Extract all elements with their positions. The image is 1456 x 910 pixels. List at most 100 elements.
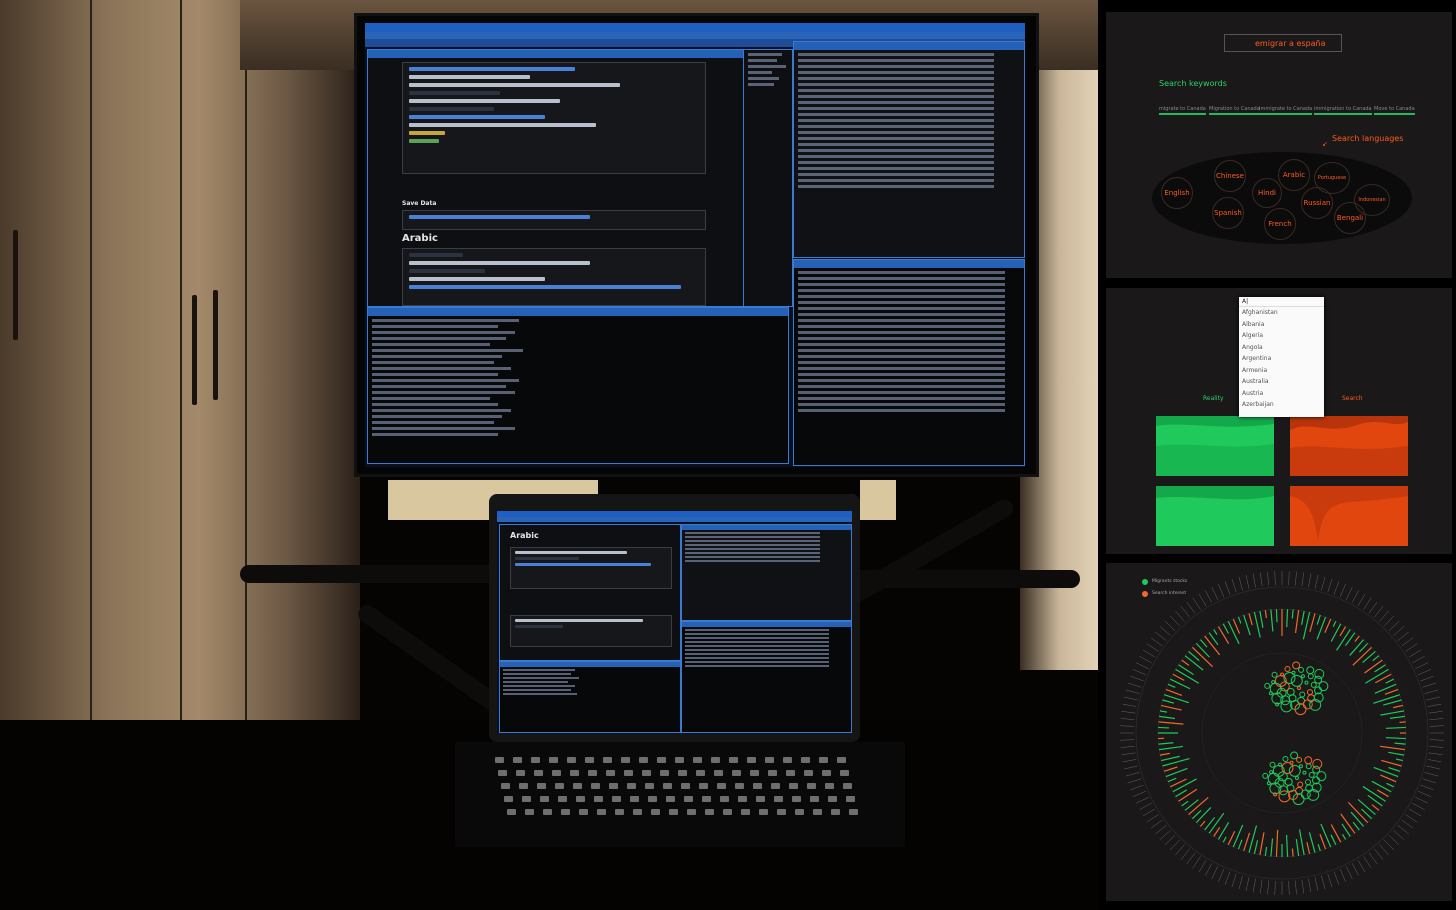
keyword-item[interactable]: Immigrate to Canada — [1259, 106, 1313, 115]
keyboard-key — [627, 783, 636, 789]
language-bubble[interactable]: French — [1264, 208, 1296, 240]
radial-bar — [1275, 829, 1279, 857]
country-bubble — [1269, 770, 1274, 775]
keyboard-key — [597, 809, 606, 815]
radial-bar — [1362, 650, 1376, 664]
console-pane[interactable] — [367, 307, 789, 464]
code-chunk[interactable] — [402, 248, 706, 306]
radial-bar — [1385, 726, 1406, 729]
radial-bar — [1354, 635, 1360, 642]
language-bubble[interactable]: Indonesian — [1354, 184, 1390, 216]
radial-bar — [1159, 752, 1170, 756]
country-option[interactable]: Azerbaijan — [1239, 399, 1324, 411]
country-label-tick — [1252, 878, 1256, 893]
country-dropdown[interactable]: A| Afghanistan Albania Algeria Angola Ar… — [1239, 297, 1324, 417]
files-tabs[interactable] — [794, 260, 1024, 268]
country-label-tick — [1155, 631, 1167, 641]
language-bubble[interactable]: Spanish — [1212, 197, 1244, 229]
country-label-tick — [1125, 689, 1140, 694]
keyword-item[interactable]: Move to Canada — [1374, 106, 1415, 115]
country-label-tick — [1314, 877, 1319, 891]
country-label-tick — [1180, 606, 1190, 618]
keyword-item[interactable]: migrate to Canada — [1159, 106, 1206, 115]
country-label-tick — [1130, 675, 1144, 682]
country-option[interactable]: Austria — [1239, 388, 1324, 400]
country-label-tick — [1428, 711, 1443, 714]
radial-bar — [1302, 611, 1311, 640]
keyboard-key — [612, 796, 621, 802]
files-pane[interactable] — [793, 259, 1025, 466]
country-option[interactable]: Afghanistan — [1239, 307, 1324, 319]
country-label-tick — [1417, 669, 1432, 676]
keyboard-key — [801, 757, 810, 763]
languages-title: Search languages — [1332, 134, 1404, 143]
country-bubble — [1290, 751, 1299, 760]
country-label-tick — [1135, 662, 1149, 670]
code-chunk[interactable] — [402, 210, 706, 230]
country-bubble — [1282, 756, 1289, 763]
environment-pane[interactable] — [793, 41, 1025, 258]
keyboard-key — [534, 770, 543, 776]
keyboard-key — [753, 783, 762, 789]
language-bubble[interactable]: Chinese — [1214, 160, 1246, 192]
country-search-input[interactable]: A| — [1239, 297, 1324, 307]
external-monitor: Save Data Arabic — [354, 13, 1039, 477]
outline-pane[interactable] — [743, 49, 793, 307]
country-bubble — [1269, 761, 1276, 768]
source-editor-pane[interactable]: Save Data Arabic — [367, 49, 744, 307]
country-option[interactable]: Armenia — [1239, 365, 1324, 377]
laptop-editor-pane[interactable]: Arabic — [499, 524, 681, 661]
keyboard-key — [696, 770, 705, 776]
laptop-environment-pane[interactable] — [681, 524, 852, 621]
country-option[interactable]: Australia — [1239, 376, 1324, 388]
keyboard-key — [717, 783, 726, 789]
console-tabs[interactable] — [368, 308, 788, 316]
country-label-tick — [1429, 718, 1444, 720]
country-label-tick — [1288, 880, 1290, 895]
radial-bar — [1253, 611, 1261, 638]
country-label-tick — [1198, 593, 1207, 607]
laptop-files-pane[interactable] — [681, 621, 852, 733]
keyboard-key — [843, 783, 852, 789]
editor-tabs[interactable] — [368, 50, 743, 58]
keyboard-key — [537, 783, 546, 789]
country-bubble — [1289, 760, 1294, 765]
reality-area-chart-top — [1156, 416, 1274, 476]
keyboard-key — [555, 783, 564, 789]
laptop-console-pane[interactable] — [499, 661, 681, 733]
radial-bar — [1295, 838, 1300, 856]
keyboard-key — [777, 809, 786, 815]
country-label-tick — [1180, 848, 1190, 860]
environment-tabs[interactable] — [794, 42, 1024, 50]
keyword-item[interactable]: Migration to Canada — [1209, 106, 1260, 115]
country-label-tick — [1288, 571, 1290, 586]
language-bubble[interactable]: Arabic — [1278, 159, 1310, 191]
radial-bar — [1385, 737, 1406, 740]
laptop-rstudio-window: Arabic — [497, 511, 852, 733]
country-label-tick — [1368, 601, 1378, 614]
keyword-item[interactable]: immigration to Canada — [1314, 106, 1372, 115]
country-bubble — [1318, 681, 1329, 692]
radial-bar — [1199, 820, 1206, 827]
code-chunk[interactable] — [402, 62, 706, 174]
door-seam — [180, 0, 182, 720]
laptop: Arabic — [489, 494, 860, 742]
language-bubble[interactable]: Portuguese — [1314, 162, 1350, 194]
language-bubble[interactable]: English — [1161, 177, 1193, 209]
country-option[interactable]: Argentina — [1239, 353, 1324, 365]
keyboard-key — [813, 809, 822, 815]
keyboard-key — [837, 757, 846, 763]
code-chunk[interactable] — [510, 547, 672, 589]
keyboard-key — [729, 757, 738, 763]
query-display: emigrar a españa — [1224, 34, 1342, 52]
language-bubble[interactable]: Hindi — [1252, 178, 1282, 208]
country-option[interactable]: Albania — [1239, 319, 1324, 331]
country-option[interactable]: Angola — [1239, 342, 1324, 354]
country-label-tick — [1164, 620, 1176, 631]
country-option[interactable]: Algeria — [1239, 330, 1324, 342]
code-chunk[interactable] — [510, 615, 672, 647]
radial-bar — [1195, 642, 1210, 658]
country-label-tick — [1397, 825, 1409, 835]
radial-bar — [1342, 833, 1347, 840]
keyboard-key — [576, 796, 585, 802]
